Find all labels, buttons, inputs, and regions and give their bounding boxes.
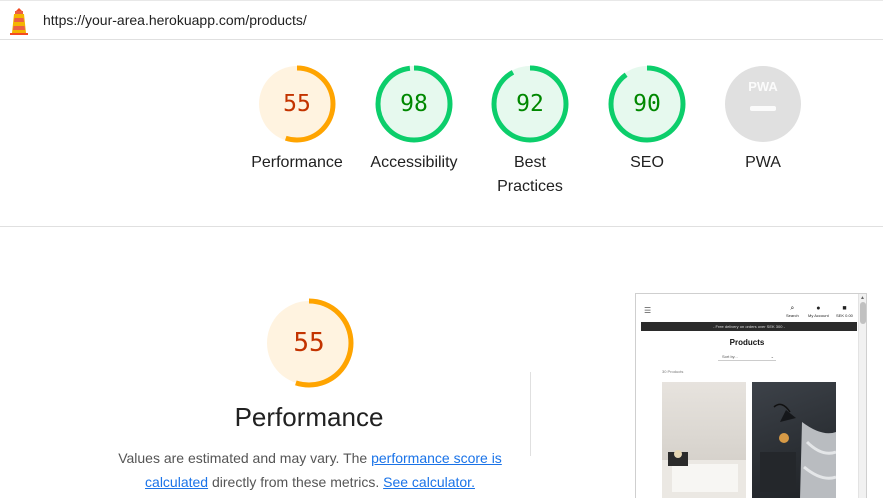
search-icon: ⌕ (790, 305, 795, 312)
preview-nav-label: Search (786, 313, 799, 318)
score-gauge-pwa[interactable]: PWA PWA (703, 64, 823, 175)
score-label: Best Practices (497, 154, 563, 195)
see-calculator-link[interactable]: See calculator. (383, 474, 475, 490)
preview-product-image (662, 382, 746, 498)
preview-scrollbar: ▲ (858, 294, 866, 498)
pwa-badge-icon: PWA (723, 64, 803, 144)
section-divider (0, 226, 883, 227)
score-value: 98 (400, 91, 428, 117)
user-icon: ● (816, 305, 821, 312)
preview-product-count: 30 Products (662, 369, 684, 374)
desc-text-2: directly from these metrics. (208, 474, 384, 490)
score-gauge-best-practices[interactable]: 92 Best Practices (470, 64, 590, 199)
score-value: 92 (516, 91, 544, 117)
scroll-up-arrow-icon: ▲ (860, 295, 865, 301)
pwa-dash-icon (750, 106, 776, 111)
page-screenshot-preview: ☰ ⌕ Search ● My Account ■ SEK 0.00 - Free d… (635, 293, 867, 498)
preview-delivery-banner: - Free delivery on orders over SEK 300 - (641, 322, 857, 331)
score-label: PWA (745, 154, 781, 171)
score-label: SEO (630, 154, 664, 171)
score-gauge-seo[interactable]: 90 SEO (587, 64, 707, 175)
bag-icon: ■ (842, 305, 847, 312)
score-gauge-performance[interactable]: 55 Performance (237, 64, 357, 175)
score-label: Performance (251, 154, 343, 171)
page-url[interactable]: https://your-area.herokuapp.com/products… (43, 12, 307, 28)
preview-scroll-thumb (860, 302, 866, 324)
preview-nav-label: My Account (808, 313, 829, 318)
preview-nav-account: ● My Account (808, 305, 829, 318)
menu-icon: ☰ (644, 306, 652, 315)
preview-nav-search: ⌕ Search (786, 305, 799, 318)
preview-sort-label: Sort by... (722, 354, 738, 359)
gauge-ring: 90 (607, 64, 687, 144)
preview-sort-select: Sort by... ⌄ (718, 352, 776, 361)
vertical-separator (530, 372, 531, 456)
performance-score-large: 55 (293, 328, 325, 358)
gauge-ring: PWA (723, 64, 803, 144)
score-gauge-accessibility[interactable]: 98 Accessibility (354, 64, 474, 175)
performance-gauge-large: 55 (264, 298, 354, 388)
score-value: 90 (633, 91, 661, 117)
pwa-badge-text: PWA (748, 79, 778, 94)
performance-title: Performance (234, 402, 384, 432)
score-label: Accessibility (370, 154, 458, 171)
preview-nav-bag: ■ SEK 0.00 (836, 305, 853, 318)
url-bar: https://your-area.herokuapp.com/products… (0, 0, 883, 40)
preview-header: ☰ ⌕ Search ● My Account ■ SEK 0.00 (636, 294, 858, 322)
top-border (0, 0, 883, 1)
lighthouse-icon (10, 8, 28, 35)
preview-nav-label: SEK 0.00 (836, 313, 853, 318)
chevron-down-icon: ⌄ (770, 354, 774, 359)
gauge-ring: 98 (374, 64, 454, 144)
gauge-ring: 92 (490, 64, 570, 144)
gauge-ring: 55 (257, 64, 337, 144)
performance-description: Values are estimated and may vary. The p… (110, 446, 510, 494)
preview-product-image (752, 382, 837, 498)
score-value: 55 (283, 91, 311, 117)
desc-text-1: Values are estimated and may vary. The (118, 450, 372, 466)
preview-title: Products (729, 338, 765, 347)
